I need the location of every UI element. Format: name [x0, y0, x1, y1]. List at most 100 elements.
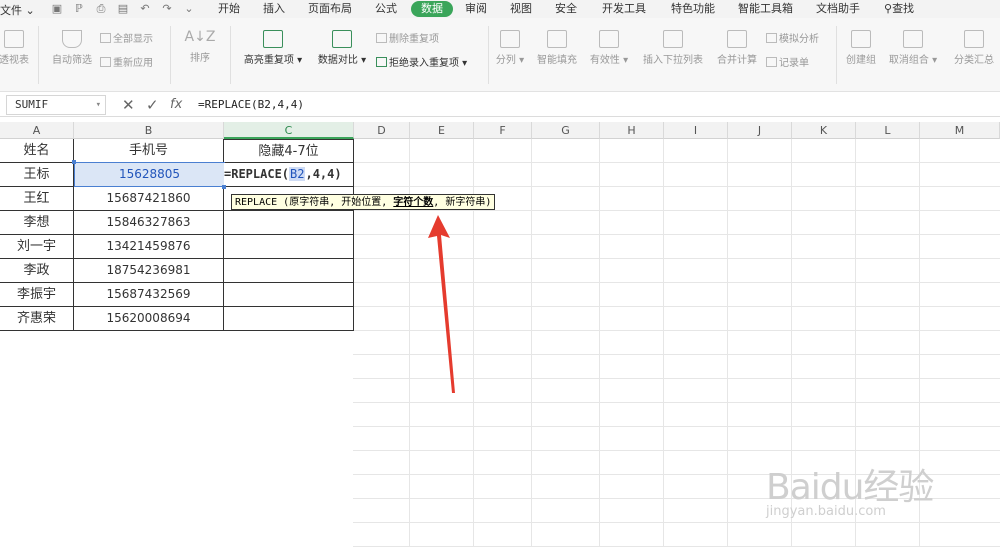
sort-button[interactable]: A↓Z 排序 — [176, 28, 224, 64]
cell-c6[interactable] — [224, 259, 354, 283]
cell-b2[interactable]: 15628805 — [74, 162, 225, 187]
column-header-k[interactable]: K — [792, 122, 856, 139]
column-header-i[interactable]: I — [664, 122, 728, 139]
cell-a2[interactable]: 王标 — [0, 163, 74, 187]
more-icon[interactable]: ⌄ — [182, 2, 196, 16]
split-column-button[interactable]: 分列 ▾ — [494, 30, 526, 66]
cell-a8[interactable]: 齐惠荣 — [0, 307, 74, 331]
column-header-b[interactable]: B — [74, 122, 224, 139]
tab-smart-toolbox[interactable]: 智能工具箱 — [738, 2, 793, 17]
search-icon: ⚲ — [884, 2, 893, 15]
column-header-g[interactable]: G — [532, 122, 600, 139]
cell-c7[interactable] — [224, 283, 354, 307]
tab-security[interactable]: 安全 — [555, 2, 577, 17]
insert-dropdown-list-button[interactable]: 插入下拉列表 — [640, 30, 706, 66]
tab-doc-assistant[interactable]: 文档助手 — [816, 2, 860, 17]
cancel-formula-icon[interactable]: ✕ — [122, 96, 135, 114]
validity-button[interactable]: 有效性 ▾ — [588, 30, 630, 66]
column-header-l[interactable]: L — [856, 122, 920, 139]
highlight-duplicates-button[interactable]: 高亮重复项 ▾ — [240, 30, 306, 66]
column-header-f[interactable]: F — [474, 122, 532, 139]
cell-a6[interactable]: 李政 — [0, 259, 74, 283]
watermark-url: jingyan.baidu.com — [766, 504, 886, 519]
tab-data[interactable]: 数据 — [411, 1, 453, 17]
tab-formulas[interactable]: 公式 — [375, 2, 397, 17]
smart-fill-button[interactable]: 智能填充 — [534, 30, 580, 66]
create-group-icon — [851, 30, 871, 48]
cell-c8[interactable] — [224, 307, 354, 331]
column-header-c[interactable]: C — [224, 122, 354, 139]
confirm-formula-icon[interactable]: ✓ — [146, 96, 159, 114]
cell-b3[interactable]: 15687421860 — [74, 187, 224, 211]
tab-home[interactable]: 开始 — [218, 2, 240, 17]
tooltip-function-name: REPLACE — [235, 197, 278, 208]
print-preview-icon[interactable]: ▤ — [116, 2, 130, 16]
cell-b8[interactable]: 15620008694 — [74, 307, 224, 331]
gridline — [353, 426, 1000, 427]
selection-handle[interactable] — [72, 160, 76, 164]
cell-a1[interactable]: 姓名 — [0, 139, 74, 163]
formula-input[interactable]: =REPLACE(B2,4,4) — [198, 95, 998, 115]
tab-view[interactable]: 视图 — [510, 2, 532, 17]
selection-handle[interactable] — [222, 185, 226, 189]
highlight-duplicates-icon — [263, 30, 283, 48]
tab-page-layout[interactable]: 页面布局 — [308, 2, 352, 17]
split-column-icon — [500, 30, 520, 48]
print-icon[interactable]: ⎙ — [94, 2, 108, 16]
cell-b7[interactable]: 15687432569 — [74, 283, 224, 307]
cell-a3[interactable]: 王红 — [0, 187, 74, 211]
tab-features[interactable]: 特色功能 — [671, 2, 715, 17]
search-button[interactable]: ⚲查找 — [884, 2, 914, 17]
column-header-a[interactable]: A — [0, 122, 74, 139]
undo-icon[interactable]: ↶ — [138, 2, 152, 16]
column-header-m[interactable]: M — [920, 122, 1000, 139]
insert-function-icon[interactable]: fx — [170, 97, 182, 112]
cell-c2-editing[interactable]: =REPLACE(B2,4,4) — [224, 163, 354, 187]
pivot-table-button[interactable]: 透视表 — [0, 30, 34, 66]
editing-formula-prefix: =REPLACE( — [224, 167, 290, 181]
column-header-e[interactable]: E — [410, 122, 474, 139]
file-menu-label: 文件 — [0, 4, 22, 17]
cell-b5[interactable]: 13421459876 — [74, 235, 224, 259]
subtotal-button[interactable]: 分类汇总 — [948, 30, 1000, 66]
what-if-analysis-button[interactable]: 模拟分析 — [766, 30, 819, 45]
create-group-button[interactable]: 创建组 — [842, 30, 880, 66]
cell-c4[interactable] — [224, 211, 354, 235]
column-header-h[interactable]: H — [600, 122, 664, 139]
cell-b1[interactable]: 手机号 — [74, 139, 224, 163]
data-compare-button[interactable]: 数据对比 ▾ — [314, 30, 370, 66]
name-box[interactable]: SUMIF ▾ — [6, 95, 106, 115]
cell-b4[interactable]: 15846327863 — [74, 211, 224, 235]
what-if-label: 模拟分析 — [779, 34, 819, 45]
arrow-shape — [428, 215, 455, 393]
file-menu[interactable]: 文件 ⌄ — [0, 2, 35, 18]
record-form-button[interactable]: 记录单 — [766, 54, 809, 69]
save-icon[interactable]: ▣ — [50, 2, 64, 16]
column-header-d[interactable]: D — [354, 122, 410, 139]
gridline — [727, 139, 728, 547]
redo-icon[interactable]: ↷ — [160, 2, 174, 16]
name-box-value: SUMIF — [15, 98, 49, 111]
ungroup-button[interactable]: 取消组合 ▾ — [888, 30, 938, 66]
tooltip-paren-close: ) — [485, 197, 492, 208]
cell-c1[interactable]: 隐藏4-7位 — [224, 139, 354, 163]
cell-a5[interactable]: 刘一宇 — [0, 235, 74, 259]
tab-review[interactable]: 审阅 — [465, 2, 487, 17]
format-painter-icon[interactable]: ℙ — [72, 2, 86, 16]
column-header-j[interactable]: J — [728, 122, 792, 139]
cell-a4[interactable]: 李想 — [0, 211, 74, 235]
reject-duplicates-button[interactable]: 拒绝录入重复项 ▾ — [376, 54, 467, 69]
tab-developer[interactable]: 开发工具 — [602, 2, 646, 17]
reapply-button[interactable]: 重新应用 — [100, 54, 153, 69]
tab-insert[interactable]: 插入 — [263, 2, 285, 17]
auto-filter-button[interactable]: 自动筛选 — [48, 30, 96, 66]
menu-bar: 文件 ⌄ ▣ ℙ ⎙ ▤ ↶ ↷ ⌄ 开始 插入 页面布局 公式 数据 审阅 视… — [0, 0, 1000, 18]
cell-c5[interactable] — [224, 235, 354, 259]
consolidate-button[interactable]: 合并计算 — [714, 30, 760, 66]
show-all-button[interactable]: 全部显示 — [100, 30, 153, 45]
remove-duplicates-button[interactable]: 删除重复项 — [376, 30, 439, 45]
cell-b6[interactable]: 18754236981 — [74, 259, 224, 283]
cell-a7[interactable]: 李振宇 — [0, 283, 74, 307]
record-form-icon — [766, 57, 777, 67]
chevron-down-icon[interactable]: ▾ — [96, 96, 101, 114]
